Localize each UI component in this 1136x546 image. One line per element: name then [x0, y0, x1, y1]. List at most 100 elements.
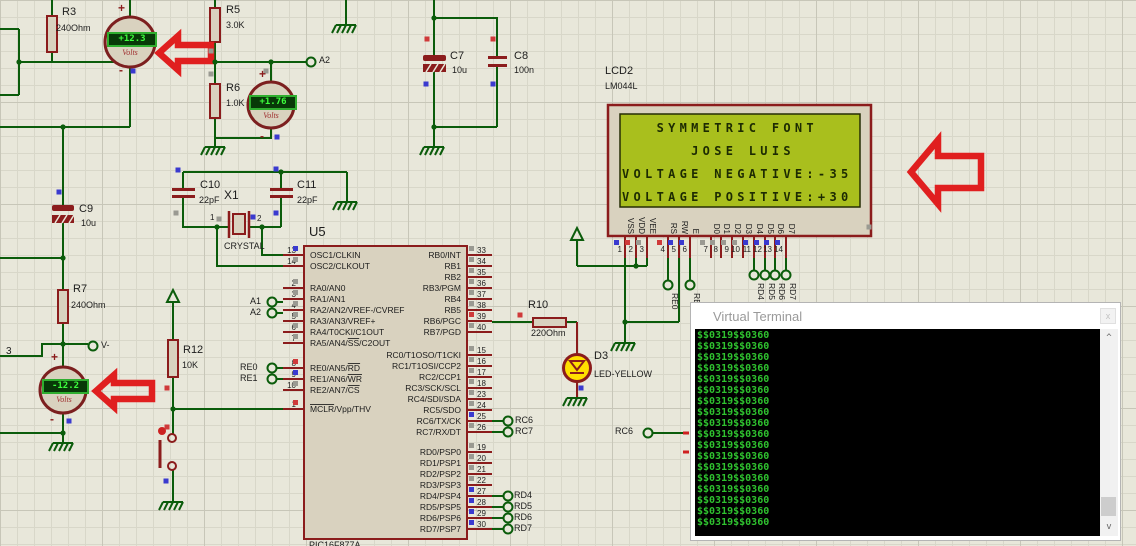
handle[interactable]: [164, 385, 170, 391]
handle[interactable]: [700, 240, 705, 245]
handle[interactable]: [469, 498, 474, 503]
handle[interactable]: [636, 240, 641, 245]
terminal-icon[interactable]: [502, 523, 514, 535]
handle[interactable]: [293, 246, 298, 251]
handle[interactable]: [625, 240, 630, 245]
terminal-icon[interactable]: [769, 269, 781, 281]
handle[interactable]: [293, 400, 298, 405]
handle[interactable]: [130, 68, 136, 74]
handle[interactable]: [743, 240, 748, 245]
handle[interactable]: [469, 368, 474, 373]
handle[interactable]: [469, 390, 474, 395]
handle[interactable]: [469, 465, 474, 470]
handle[interactable]: [657, 240, 662, 245]
terminal-icon[interactable]: [266, 296, 278, 308]
handle[interactable]: [250, 214, 256, 220]
handle[interactable]: [424, 36, 430, 42]
handle[interactable]: [490, 36, 496, 42]
handle[interactable]: [517, 312, 523, 318]
handle[interactable]: [469, 279, 474, 284]
handle[interactable]: [216, 216, 222, 222]
handle[interactable]: [732, 240, 737, 245]
handle[interactable]: [679, 240, 684, 245]
handle[interactable]: [469, 487, 474, 492]
handle[interactable]: [173, 210, 179, 216]
handle[interactable]: [56, 189, 62, 195]
handle[interactable]: [273, 210, 279, 216]
handle[interactable]: [469, 323, 474, 328]
handle[interactable]: [293, 323, 298, 328]
handle[interactable]: [163, 478, 169, 484]
terminal-icon[interactable]: [305, 56, 317, 68]
proteus-schematic-canvas[interactable]: OSC1/CLKIN13OSC2/CLKOUT14RA0/AN02RA1/AN1…: [0, 0, 1136, 546]
terminal-icon[interactable]: [502, 426, 514, 438]
handle[interactable]: [764, 240, 769, 245]
handle[interactable]: [490, 81, 496, 87]
terminal-icon[interactable]: [502, 415, 514, 427]
handle[interactable]: [469, 290, 474, 295]
handle[interactable]: [293, 370, 298, 375]
terminal-icon[interactable]: [642, 427, 654, 439]
handle[interactable]: [721, 240, 726, 245]
handle[interactable]: [469, 246, 474, 251]
handle[interactable]: [208, 71, 214, 77]
handle[interactable]: [469, 412, 474, 417]
terminal-icon[interactable]: [87, 340, 99, 352]
terminal-icon[interactable]: [502, 501, 514, 513]
handle[interactable]: [293, 334, 298, 339]
handle[interactable]: [469, 301, 474, 306]
virtual-terminal-window[interactable]: Virtual Terminal x $$0319$$0360 $$0319$$0…: [690, 302, 1121, 541]
crystal-x1[interactable]: [227, 211, 251, 238]
handle[interactable]: [469, 346, 474, 351]
terminal-icon[interactable]: [662, 279, 674, 291]
terminal-icon[interactable]: [780, 269, 792, 281]
virtual-terminal-titlebar[interactable]: Virtual Terminal x: [691, 303, 1120, 329]
terminal-icon[interactable]: [759, 269, 771, 281]
handle[interactable]: [274, 134, 280, 140]
close-icon[interactable]: x: [1100, 308, 1116, 324]
handle[interactable]: [66, 418, 72, 424]
handle[interactable]: [578, 385, 584, 391]
scrollbar[interactable]: ^ v: [1100, 329, 1118, 536]
handle[interactable]: [469, 423, 474, 428]
handle[interactable]: [164, 424, 170, 430]
terminal-icon[interactable]: [502, 490, 514, 502]
handle[interactable]: [293, 312, 298, 317]
handle[interactable]: [208, 48, 214, 54]
handle[interactable]: [710, 240, 715, 245]
scroll-down-icon[interactable]: v: [1100, 520, 1118, 534]
handle[interactable]: [775, 240, 780, 245]
terminal-icon[interactable]: [748, 269, 760, 281]
handle[interactable]: [175, 167, 181, 173]
handle[interactable]: [293, 290, 298, 295]
handle[interactable]: [469, 268, 474, 273]
handle[interactable]: [614, 240, 619, 245]
terminal-icon[interactable]: [266, 362, 278, 374]
terminal-icon[interactable]: [684, 279, 696, 291]
handle[interactable]: [469, 312, 474, 317]
handle[interactable]: [293, 381, 298, 386]
handle[interactable]: [469, 257, 474, 262]
handle[interactable]: [293, 301, 298, 306]
handle[interactable]: [293, 359, 298, 364]
handle[interactable]: [754, 240, 759, 245]
handle[interactable]: [866, 224, 872, 230]
scroll-thumb[interactable]: [1101, 497, 1116, 516]
handle[interactable]: [469, 379, 474, 384]
handle[interactable]: [469, 443, 474, 448]
handle[interactable]: [273, 166, 279, 172]
handle[interactable]: [293, 279, 298, 284]
handle[interactable]: [469, 454, 474, 459]
handle[interactable]: [469, 520, 474, 525]
push-button[interactable]: [158, 427, 177, 471]
handle[interactable]: [293, 257, 298, 262]
handle[interactable]: [423, 81, 429, 87]
handle[interactable]: [469, 401, 474, 406]
handle[interactable]: [469, 476, 474, 481]
terminal-icon[interactable]: [266, 307, 278, 319]
handle[interactable]: [469, 509, 474, 514]
handle[interactable]: [668, 240, 673, 245]
scroll-up-icon[interactable]: ^: [1100, 331, 1118, 345]
terminal-icon[interactable]: [502, 512, 514, 524]
terminal-icon[interactable]: [266, 373, 278, 385]
